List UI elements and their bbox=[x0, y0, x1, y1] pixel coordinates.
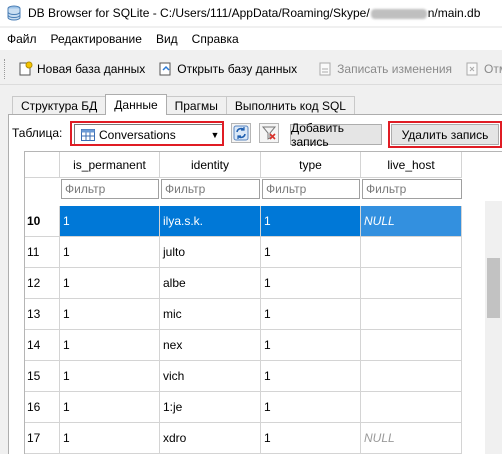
row-number[interactable]: 14 bbox=[25, 330, 60, 361]
corner-header[interactable] bbox=[25, 152, 60, 178]
column-header-live-host[interactable]: live_host bbox=[361, 152, 462, 178]
grid-cell-identity[interactable]: julto bbox=[160, 237, 261, 268]
tab-execute-sql[interactable]: Выполнить код SQL bbox=[225, 96, 355, 115]
data-grid: is_permanent identity type live_host Фил… bbox=[24, 151, 502, 454]
grid-cell-live-host[interactable] bbox=[361, 268, 462, 299]
grid-cell-is-permanent[interactable]: 1 bbox=[60, 423, 160, 454]
scrollbar-thumb[interactable] bbox=[487, 258, 500, 318]
grid-cell-live-host[interactable] bbox=[361, 330, 462, 361]
row-number[interactable]: 17 bbox=[25, 423, 60, 454]
grid-cell-is-permanent[interactable]: 1 bbox=[60, 392, 160, 423]
grid-cell-is-permanent[interactable]: 1 bbox=[60, 206, 160, 237]
filter-input-identity[interactable]: Фильтр bbox=[161, 179, 260, 199]
revert-changes-button[interactable]: Отм bbox=[458, 57, 502, 81]
menu-file[interactable]: Файл bbox=[0, 32, 44, 46]
row-number[interactable]: 11 bbox=[25, 237, 60, 268]
new-database-button[interactable]: Новая база данных bbox=[11, 57, 151, 81]
write-changes-label: Записать изменения bbox=[337, 62, 453, 76]
filter-input-live-host[interactable]: Фильтр bbox=[362, 179, 462, 199]
grid-cell-type[interactable]: 1 bbox=[261, 206, 361, 237]
grid-cell-is-permanent[interactable]: 1 bbox=[60, 330, 160, 361]
grid-cell-is-permanent[interactable]: 1 bbox=[60, 299, 160, 330]
menu-edit[interactable]: Редактирование bbox=[44, 32, 149, 46]
grid-cell-live-host[interactable] bbox=[361, 299, 462, 330]
grid-cell-is-permanent[interactable]: 1 bbox=[60, 268, 160, 299]
toolbar-grip[interactable] bbox=[4, 59, 5, 79]
write-changes-button[interactable]: Записать изменения bbox=[311, 57, 458, 81]
main-toolbar: Новая база данных Открыть базу данных За… bbox=[0, 54, 502, 85]
clear-filter-icon bbox=[261, 126, 277, 140]
grid-cell-identity[interactable]: nex bbox=[160, 330, 261, 361]
table-select-highlight bbox=[70, 121, 224, 146]
add-record-button[interactable]: Добавить запись bbox=[290, 121, 382, 149]
grid-cell-type[interactable]: 1 bbox=[261, 237, 361, 268]
refresh-button[interactable] bbox=[231, 123, 251, 143]
row-number[interactable]: 13 bbox=[25, 299, 60, 330]
menu-view[interactable]: Вид bbox=[149, 32, 185, 46]
new-database-icon bbox=[19, 61, 33, 76]
grid-cell-identity[interactable]: vich bbox=[160, 361, 261, 392]
window-title: DB Browser for SQLite - C:/Users/111/App… bbox=[28, 6, 481, 20]
row-number[interactable]: 15 bbox=[25, 361, 60, 392]
column-header-identity[interactable]: identity bbox=[160, 152, 261, 178]
filter-input-is-permanent[interactable]: Фильтр bbox=[61, 179, 159, 199]
column-header-type[interactable]: type bbox=[261, 152, 361, 178]
database-app-icon bbox=[7, 5, 21, 21]
row-number[interactable]: 16 bbox=[25, 392, 60, 423]
vertical-scrollbar[interactable] bbox=[485, 201, 502, 454]
grid-cell-live-host[interactable] bbox=[361, 361, 462, 392]
grid-cell-identity[interactable]: xdro bbox=[160, 423, 261, 454]
grid-cell-type[interactable]: 1 bbox=[261, 268, 361, 299]
grid-cell-is-permanent[interactable]: 1 bbox=[60, 361, 160, 392]
tab-db-structure[interactable]: Структура БД bbox=[12, 96, 107, 115]
open-database-icon bbox=[159, 62, 171, 76]
row-number[interactable]: 10 bbox=[25, 206, 60, 237]
grid-cell-live-host[interactable]: NULL bbox=[361, 423, 462, 454]
delete-record-highlight bbox=[388, 121, 502, 148]
grid-cell-type[interactable]: 1 bbox=[261, 361, 361, 392]
redacted-username bbox=[370, 8, 427, 19]
refresh-icon bbox=[233, 125, 249, 141]
menu-bar: Файл Редактирование Вид Справка bbox=[0, 28, 502, 50]
grid-cell-live-host[interactable] bbox=[361, 392, 462, 423]
menu-help[interactable]: Справка bbox=[185, 32, 246, 46]
grid-cell-is-permanent[interactable]: 1 bbox=[60, 237, 160, 268]
grid-cell-identity[interactable]: mic bbox=[160, 299, 261, 330]
title-bar: DB Browser for SQLite - C:/Users/111/App… bbox=[0, 0, 502, 26]
grid-cell-identity[interactable]: ilya.s.k. bbox=[160, 206, 261, 237]
grid-cell-type[interactable]: 1 bbox=[261, 330, 361, 361]
open-database-button[interactable]: Открыть базу данных bbox=[151, 57, 303, 81]
grid-cell-type[interactable]: 1 bbox=[261, 423, 361, 454]
grid-cell-identity[interactable]: 1:je bbox=[160, 392, 261, 423]
table-label: Таблица: bbox=[12, 126, 63, 140]
new-database-label: Новая база данных bbox=[37, 62, 146, 76]
tab-pragmas[interactable]: Прагмы bbox=[165, 96, 227, 115]
write-changes-icon bbox=[319, 62, 331, 76]
tab-data[interactable]: Данные bbox=[105, 94, 167, 115]
column-header-is-permanent[interactable]: is_permanent bbox=[60, 152, 160, 178]
clear-filters-button[interactable] bbox=[259, 123, 279, 143]
revert-changes-icon bbox=[466, 62, 478, 76]
grid-cell-live-host[interactable] bbox=[361, 237, 462, 268]
grid-cell-identity[interactable]: albe bbox=[160, 268, 261, 299]
main-tabs: Структура БД Данные Прагмы Выполнить код… bbox=[12, 94, 355, 115]
revert-changes-label: Отм bbox=[484, 62, 502, 76]
grid-cell-live-host[interactable]: NULL bbox=[361, 206, 462, 237]
filter-input-type[interactable]: Фильтр bbox=[262, 179, 360, 199]
row-number[interactable]: 12 bbox=[25, 268, 60, 299]
grid-cell-type[interactable]: 1 bbox=[261, 392, 361, 423]
grid-cell-type[interactable]: 1 bbox=[261, 299, 361, 330]
open-database-label: Открыть базу данных bbox=[177, 62, 298, 76]
